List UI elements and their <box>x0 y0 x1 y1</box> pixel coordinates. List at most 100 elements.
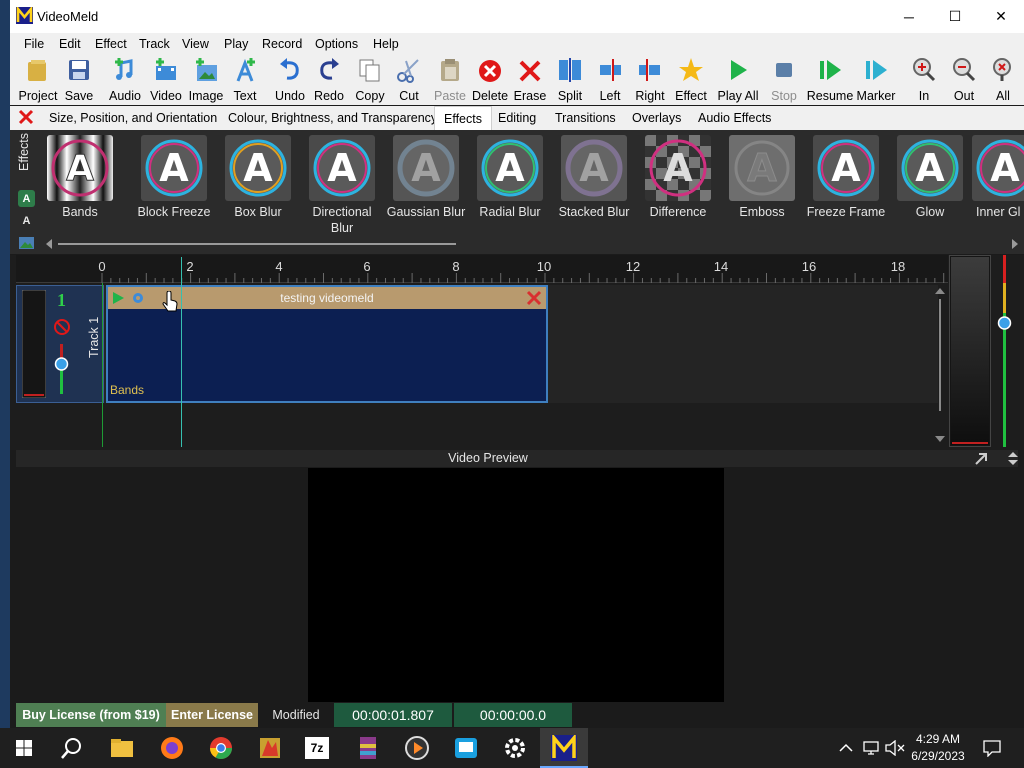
tab-effects[interactable]: Effects <box>434 106 492 130</box>
resize-preview-icon[interactable] <box>1006 451 1020 466</box>
menu-track[interactable]: Track <box>139 37 170 51</box>
time-ruler[interactable]: 0 2 4 6 8 10 12 14 16 18 <box>16 255 948 283</box>
scroll-thumb <box>58 243 456 245</box>
menu-effect[interactable]: Effect <box>95 37 127 51</box>
mute-icon[interactable] <box>53 318 71 336</box>
remote-desktop-icon[interactable] <box>452 734 480 762</box>
media-player-icon[interactable] <box>403 734 431 762</box>
close-panel-icon[interactable] <box>17 108 35 126</box>
svg-text:A: A <box>831 146 861 190</box>
erase-button[interactable]: Erase <box>514 55 546 105</box>
resume-button[interactable]: Resume <box>807 55 853 105</box>
add-text-button[interactable]: Text <box>230 55 260 105</box>
image-effects-icon[interactable] <box>18 234 35 251</box>
cut-button[interactable]: Cut <box>396 55 422 105</box>
play-all-button[interactable]: Play All <box>717 55 759 105</box>
7zip-icon[interactable]: 7z <box>305 737 329 759</box>
chrome-icon[interactable] <box>207 734 235 762</box>
effect-bands[interactable]: A Bands <box>38 135 122 220</box>
effect-button[interactable]: Effect <box>674 55 708 105</box>
close-button[interactable]: ✕ <box>978 0 1024 33</box>
effect-gaussian-blur[interactable]: A Gaussian Blur <box>384 135 468 220</box>
zoom-all-button[interactable]: All <box>992 55 1014 105</box>
tray-chevron-up-icon[interactable] <box>838 741 854 755</box>
track-scrollbar[interactable] <box>932 285 948 445</box>
firefox-icon[interactable] <box>158 734 186 762</box>
zoom-in-button[interactable]: In <box>912 55 936 105</box>
network-icon[interactable] <box>862 740 880 756</box>
clock-date[interactable]: 6/29/2023 <box>898 749 978 763</box>
tab-audio-effects[interactable]: Audio Effects <box>689 106 780 130</box>
minimize-button[interactable]: ─ <box>886 0 932 33</box>
redo-button[interactable]: Redo <box>314 55 344 105</box>
effect-directional-blur[interactable]: A Directional Blur <box>300 135 384 236</box>
effect-freeze-frame[interactable]: A Freeze Frame <box>804 135 888 220</box>
modified-status: Modified <box>272 708 320 722</box>
marker-button[interactable]: Marker <box>855 55 897 105</box>
zoom-out-button[interactable]: Out <box>950 55 978 105</box>
text-label: Text <box>233 89 257 103</box>
notifications-icon[interactable] <box>982 739 1002 757</box>
stop-button[interactable]: Stop <box>768 55 800 105</box>
playhead[interactable] <box>181 257 182 447</box>
svg-text:A: A <box>663 146 693 190</box>
track-volume-slider[interactable] <box>53 342 71 398</box>
tab-overlays[interactable]: Overlays <box>623 106 690 130</box>
split-button[interactable]: Split <box>556 55 584 105</box>
menu-edit[interactable]: Edit <box>59 37 81 51</box>
maximize-button[interactable]: ☐ <box>932 0 978 33</box>
track-lane[interactable]: 1 Track 1 testing videomeld Bands <box>16 285 938 403</box>
track-header[interactable]: 1 Track 1 <box>16 285 104 403</box>
file-explorer-icon[interactable] <box>108 734 136 762</box>
vlc-style-app-icon[interactable] <box>256 734 284 762</box>
text-effects-icon[interactable]: A <box>18 212 35 229</box>
paste-button[interactable]: Paste <box>434 55 466 105</box>
video-preview-screen[interactable] <box>308 468 724 702</box>
trim-right-button[interactable]: Right <box>635 55 665 105</box>
menu-options[interactable]: Options <box>315 37 358 51</box>
clock-time[interactable]: 4:29 AM <box>898 732 978 746</box>
delete-button[interactable]: Delete <box>472 55 508 105</box>
buy-license-button[interactable]: Buy License (from $19) <box>16 703 166 727</box>
effect-glow[interactable]: A Glow <box>888 135 972 220</box>
copy-button[interactable]: Copy <box>355 55 385 105</box>
add-audio-button[interactable]: Audio <box>107 55 143 105</box>
menu-help[interactable]: Help <box>373 37 399 51</box>
tab-size-position[interactable]: Size, Position, and Orientation <box>40 106 226 130</box>
clip-delete-icon[interactable] <box>526 290 542 306</box>
effect-stacked-blur[interactable]: A Stacked Blur <box>552 135 636 220</box>
effect-radial-blur[interactable]: A Radial Blur <box>468 135 552 220</box>
effect-inner-glow[interactable]: A Inner Gl <box>964 135 1024 220</box>
effects-scrollbar[interactable] <box>44 238 1020 250</box>
video-effects-icon[interactable]: A <box>18 190 35 207</box>
settings-gear-icon[interactable] <box>501 734 529 762</box>
tab-transitions[interactable]: Transitions <box>546 106 625 130</box>
add-image-button[interactable]: Image <box>187 55 225 105</box>
project-button[interactable]: Project <box>19 55 57 105</box>
effect-block-freeze[interactable]: A Block Freeze <box>132 135 216 220</box>
effect-difference[interactable]: A Difference <box>636 135 720 220</box>
tab-colour-brightness[interactable]: Colour, Brightness, and Transparency <box>219 106 446 130</box>
winrar-icon[interactable] <box>354 734 382 762</box>
ruler-label: 8 <box>452 259 460 274</box>
windows-start-icon[interactable] <box>10 734 38 762</box>
resume-icon <box>820 60 841 80</box>
trim-left-button[interactable]: Left <box>596 55 624 105</box>
svg-text:A: A <box>243 146 273 190</box>
menu-play[interactable]: Play <box>224 37 248 51</box>
menu-view[interactable]: View <box>182 37 209 51</box>
video-preview-header: Video Preview <box>16 450 1018 467</box>
undo-button[interactable]: Undo <box>275 55 305 105</box>
enter-license-button[interactable]: Enter License <box>166 703 258 727</box>
tab-editing[interactable]: Editing <box>489 106 545 130</box>
effect-box-blur[interactable]: A Box Blur <box>216 135 300 220</box>
save-button[interactable]: Save <box>64 55 94 105</box>
master-volume-slider[interactable] <box>994 255 1016 447</box>
menu-record[interactable]: Record <box>262 37 302 51</box>
search-icon[interactable] <box>58 734 86 762</box>
undock-preview-icon[interactable] <box>974 452 988 466</box>
menu-file[interactable]: File <box>24 37 44 51</box>
videomeld-taskbar-button[interactable] <box>540 728 588 768</box>
effect-emboss[interactable]: A Emboss <box>720 135 804 220</box>
add-video-button[interactable]: Video <box>148 55 184 105</box>
